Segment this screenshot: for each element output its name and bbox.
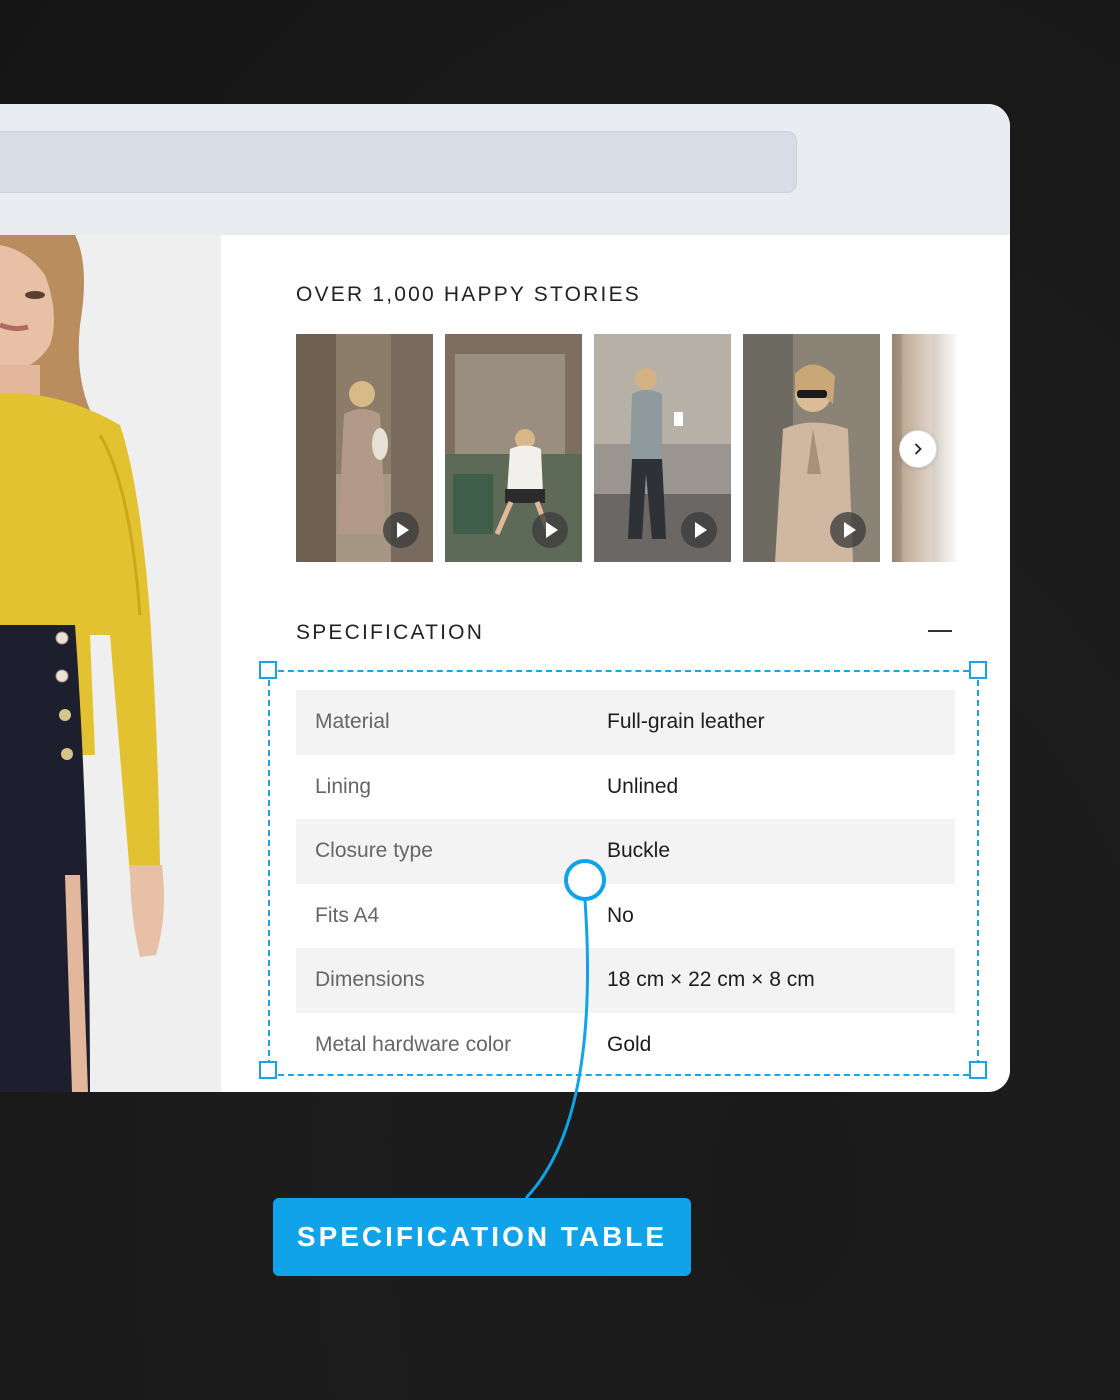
callout-label: SPECIFICATION TABLE — [273, 1198, 691, 1276]
callout-connector — [524, 859, 606, 1200]
